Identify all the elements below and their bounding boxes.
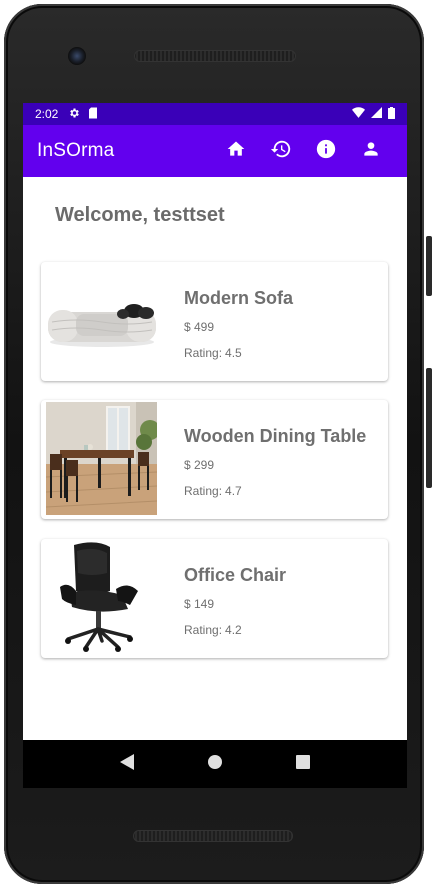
product-rating: Rating: 4.7 bbox=[184, 484, 242, 498]
home-icon bbox=[226, 139, 246, 164]
rating-label: Rating: bbox=[184, 484, 223, 498]
rating-label: Rating: bbox=[184, 346, 223, 360]
info-icon bbox=[315, 138, 337, 165]
office-chair-image bbox=[46, 541, 157, 654]
nav-home-button[interactable] bbox=[195, 744, 235, 784]
product-price: $ 499 bbox=[184, 320, 215, 334]
app-bar-actions bbox=[213, 131, 393, 171]
signal-icon bbox=[371, 107, 382, 121]
product-rating: Rating: 4.5 bbox=[184, 346, 242, 360]
product-card[interactable]: Wooden Dining Table $ 299 Rating: 4.7 bbox=[41, 400, 388, 519]
android-nav-bar bbox=[23, 740, 407, 788]
back-icon bbox=[120, 753, 134, 775]
status-right-icons bbox=[352, 106, 395, 122]
status-time: 2:02 bbox=[35, 107, 59, 121]
wifi-icon bbox=[352, 107, 365, 121]
recents-icon bbox=[296, 754, 310, 774]
nav-recents-button[interactable] bbox=[283, 744, 323, 784]
product-name: Modern Sofa bbox=[184, 288, 294, 308]
settings-gear-icon bbox=[68, 107, 80, 121]
product-name: Office Chair bbox=[184, 565, 287, 585]
product-price: $ 299 bbox=[184, 458, 215, 472]
rating-value: 4.2 bbox=[225, 623, 242, 637]
history-icon bbox=[270, 138, 292, 165]
sd-card-icon bbox=[88, 107, 98, 121]
history-button[interactable] bbox=[258, 131, 303, 171]
rating-value: 4.5 bbox=[225, 346, 242, 360]
app-title: InSOrma bbox=[37, 140, 115, 161]
rating-value: 4.7 bbox=[225, 484, 242, 498]
product-rating: Rating: 4.2 bbox=[184, 623, 242, 637]
dining-table-image bbox=[46, 402, 157, 515]
welcome-heading: Welcome, testtset bbox=[55, 204, 225, 226]
volume-button bbox=[426, 236, 432, 296]
home-button[interactable] bbox=[213, 131, 258, 171]
app-bar: InSOrma bbox=[23, 125, 407, 177]
product-price: $ 149 bbox=[184, 597, 215, 611]
product-name: Wooden Dining Table bbox=[184, 426, 367, 446]
battery-icon bbox=[388, 106, 395, 122]
rating-label: Rating: bbox=[184, 623, 223, 637]
account-button[interactable] bbox=[348, 131, 393, 171]
product-card[interactable]: Modern Sofa $ 499 Rating: 4.5 bbox=[41, 262, 388, 381]
product-card[interactable]: Office Chair $ 149 Rating: 4.2 bbox=[41, 539, 388, 658]
status-bar: 2:02 bbox=[23, 103, 407, 125]
home-circle-icon bbox=[208, 754, 222, 774]
sofa-image bbox=[46, 264, 157, 377]
power-button bbox=[426, 368, 432, 488]
top-speaker bbox=[134, 50, 296, 62]
nav-back-button[interactable] bbox=[107, 744, 147, 784]
bottom-speaker bbox=[133, 830, 293, 842]
info-button[interactable] bbox=[303, 131, 348, 171]
phone-device: 2:02 InSOrma Welcome, testtset Modern So… bbox=[0, 0, 432, 890]
app-screen: 2:02 InSOrma Welcome, testtset Modern So… bbox=[23, 103, 407, 740]
account-icon bbox=[361, 139, 381, 164]
front-camera bbox=[68, 47, 86, 65]
